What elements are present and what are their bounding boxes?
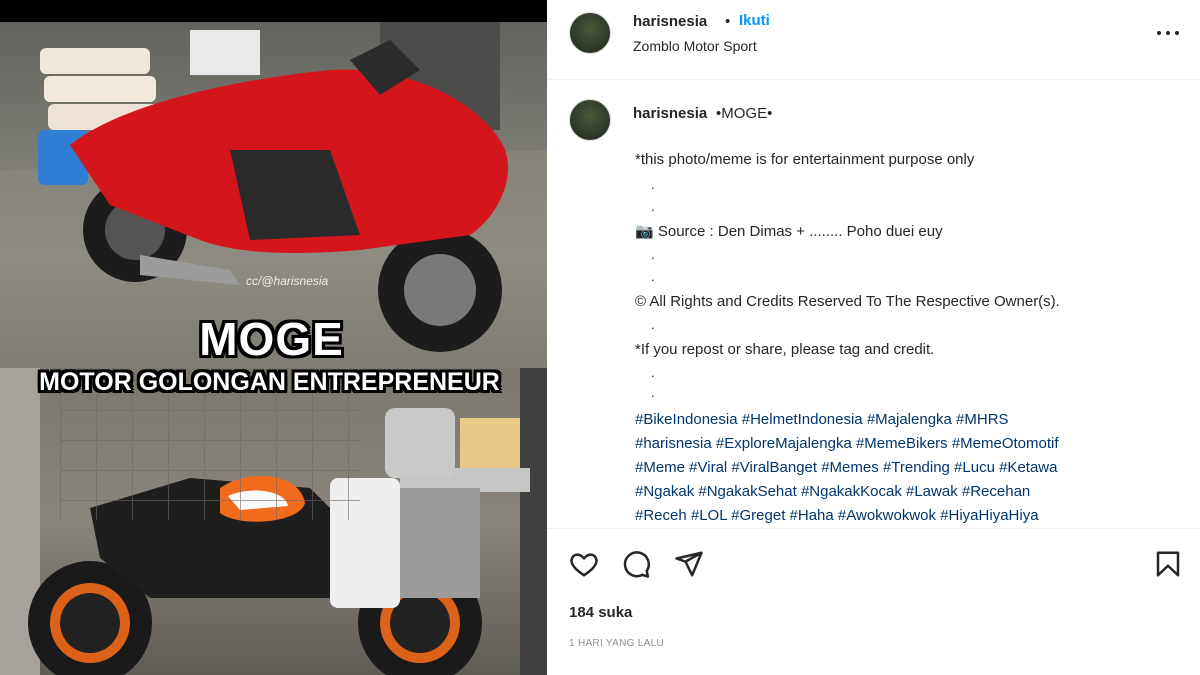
heart-icon[interactable]	[569, 549, 599, 579]
post-side-panel: harisnesia • Ikuti Zomblo Motor Sport ha…	[547, 0, 1200, 675]
meme-subtitle: MOTOR GOLONGAN ENTREPRENEUR	[39, 368, 500, 396]
caption-line: *this photo/meme is for entertainment pu…	[635, 151, 975, 168]
hashtag-block: #BikeIndonesia #HelmetIndonesia #Majalen…	[635, 408, 1175, 528]
caption-dot: .	[651, 269, 655, 284]
action-bar: 184 suka 1 HARI YANG LALU	[547, 528, 1200, 675]
caption-dot: .	[651, 385, 655, 400]
meme-title: MOGE	[199, 313, 344, 365]
caption-dot: .	[651, 247, 655, 262]
avatar[interactable]	[569, 12, 611, 54]
header-username[interactable]: harisnesia	[633, 13, 707, 30]
location-link[interactable]: Zomblo Motor Sport	[633, 38, 757, 54]
post-header: harisnesia • Ikuti Zomblo Motor Sport	[547, 0, 1200, 80]
hashtag-line[interactable]: #Meme #Viral #ViralBanget #Memes #Trendi…	[635, 456, 1175, 480]
caption-username[interactable]: harisnesia	[633, 105, 707, 122]
caption-dot: .	[651, 365, 655, 380]
caption-line: © All Rights and Credits Reserved To The…	[635, 293, 1060, 310]
bookmark-icon[interactable]	[1153, 549, 1183, 579]
caption-dot: .	[651, 177, 655, 192]
caption-line: 📷 Source : Den Dimas + ........ Poho due…	[635, 223, 943, 240]
more-horizontal-icon[interactable]	[1153, 22, 1183, 42]
hashtag-line[interactable]: #BikeIndonesia #HelmetIndonesia #Majalen…	[635, 408, 1175, 432]
caption-dot: .	[651, 317, 655, 332]
caption-section: harisnesia •MOGE• *this photo/meme is fo…	[547, 81, 1200, 528]
caption-avatar[interactable]	[569, 99, 611, 141]
follow-button[interactable]: Ikuti	[739, 12, 770, 29]
hashtag-line[interactable]: #Ngakak #NgakakSehat #NgakakKocak #Lawak…	[635, 480, 1175, 504]
image-top-border	[0, 0, 547, 22]
hashtag-line[interactable]: #harisnesia #ExploreMajalengka #MemeBike…	[635, 432, 1175, 456]
caption-title: •MOGE•	[716, 105, 773, 122]
hashtag-line[interactable]: #Receh #LOL #Greget #Haha #Awokwokwok #H…	[635, 504, 1175, 528]
send-icon[interactable]	[674, 549, 704, 579]
post-image[interactable]: cc/@harisnesia MOGE MOTOR GOLONGAN ENTRE…	[0, 0, 547, 675]
tile-wall-texture	[60, 380, 360, 520]
caption-line: *If you repost or share, please tag and …	[635, 341, 935, 358]
likes-count[interactable]: 184 suka	[569, 604, 632, 621]
header-separator: •	[725, 13, 731, 30]
image-watermark: cc/@harisnesia	[246, 274, 329, 288]
caption-dot: .	[651, 199, 655, 214]
post-timestamp[interactable]: 1 HARI YANG LALU	[569, 638, 664, 649]
comment-icon[interactable]	[621, 549, 651, 579]
